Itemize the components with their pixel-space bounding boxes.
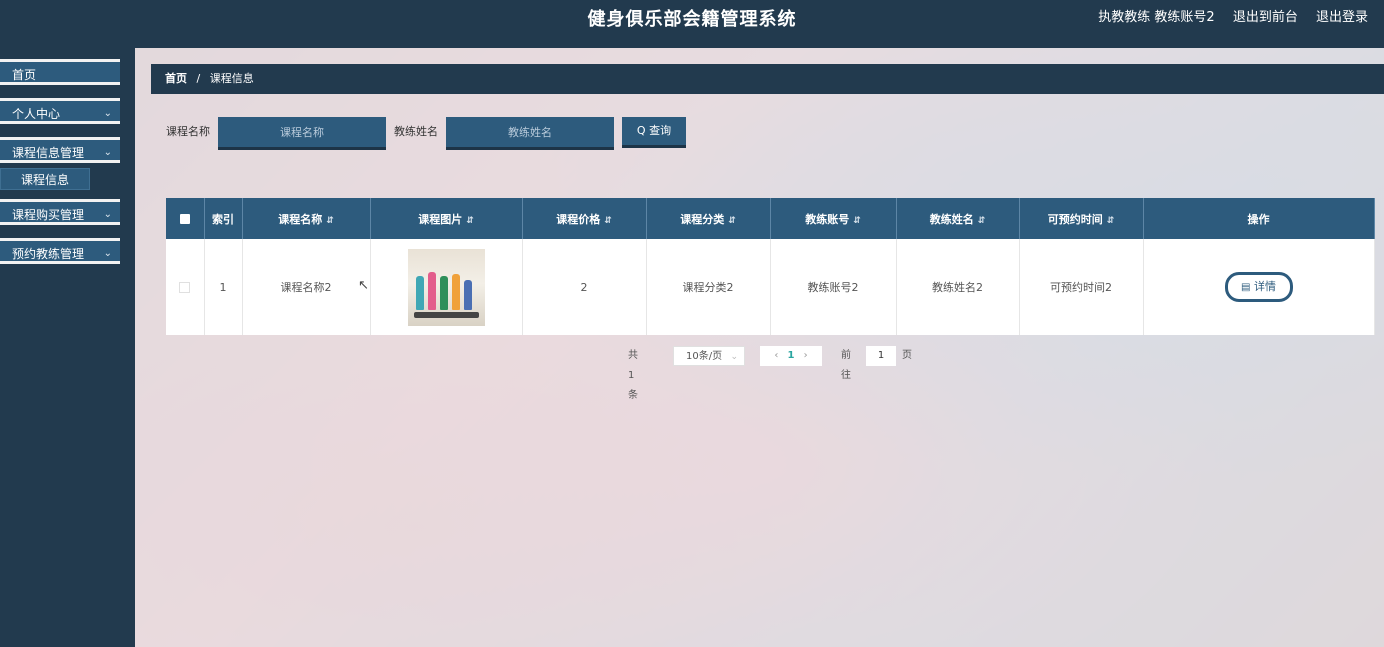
sidebar-item-course-purchase-management[interactable]: 课程购买管理 ⌄ [0,199,120,225]
page-size-value: 10条/页 [686,351,723,362]
table-header-row: 索引 课程名称 ⇵ 课程图片 ⇵ 课程价格 ⇵ 课程分类 ⇵ 教练账号 ⇵ 教练姓名 ⇵ 可… [166,198,1375,239]
cell-course-category: 课程分类2 [646,239,771,335]
goto-label: 前往 [841,350,851,381]
cell-coach-name: 教练姓名2 [896,239,1020,335]
sidebar: 首页 个人中心 ⌄ 课程信息管理 ⌄ 课程信息 课程购买管理 ⌄ 预约教练管理 … [0,48,135,647]
sort-icon: ⇵ [728,215,736,226]
logout-link[interactable]: 退出登录 [1316,10,1368,25]
cell-course-image [370,239,523,335]
prev-page-icon[interactable]: ‹ [774,350,778,361]
column-header-available-time[interactable]: 可预约时间 ⇵ [1019,198,1144,239]
cell-index: 1 [204,239,243,335]
detail-button-label: 详情 [1253,280,1276,293]
sort-icon: ⇵ [466,215,474,226]
search-button[interactable]: Q 查询 [622,117,686,148]
page-navigator: ‹ 1 › [760,346,822,366]
sidebar-subitem-course-info[interactable]: 课程信息 [0,168,90,190]
exit-to-frontend-link[interactable]: 退出到前台 [1233,10,1298,25]
column-header-course-price[interactable]: 课程价格 ⇵ [522,198,647,239]
course-name-label: 课程名称 [166,125,210,138]
document-icon: ▤ [1241,282,1251,293]
user-area: 执教教练 教练账号2 退出到前台 退出登录 [1098,0,1368,36]
breadcrumb-separator: / [196,72,201,85]
sort-icon: ⇵ [977,215,986,226]
column-header-coach-account[interactable]: 教练账号 ⇵ [770,198,897,239]
column-header-course-category[interactable]: 课程分类 ⇵ [646,198,771,239]
sort-icon: ⇵ [1106,215,1115,226]
detail-button[interactable]: ▤ 详情 [1224,272,1293,302]
current-user-label: 执教教练 教练账号2 [1098,10,1215,25]
sort-icon: ⇵ [853,215,861,226]
sidebar-item-label: 课程购买管理 [12,208,85,222]
next-page-icon[interactable]: › [804,350,808,361]
sidebar-item-label: 首页 [12,68,37,82]
page-size-select[interactable]: 10条/页 ⌄ [673,346,745,366]
chevron-down-icon: ⌄ [103,108,112,119]
page-unit-label: 页 [902,350,912,361]
course-table: 索引 课程名称 ⇵ 课程图片 ⇵ 课程价格 ⇵ 课程分类 ⇵ 教练账号 ⇵ 教练姓名 ⇵ 可… [166,198,1375,335]
cell-course-price: 2 [522,239,647,335]
sidebar-item-label: 课程信息管理 [12,146,85,160]
top-header: 健身俱乐部会籍管理系统 执教教练 教练账号2 退出到前台 退出登录 [0,0,1384,48]
sidebar-item-course-info-management[interactable]: 课程信息管理 ⌄ [0,137,120,163]
breadcrumb-home[interactable]: 首页 [165,72,187,85]
current-page[interactable]: 1 [788,350,795,361]
sidebar-item-coach-booking-management[interactable]: 预约教练管理 ⌄ [0,238,120,264]
sidebar-item-label: 个人中心 [12,107,61,121]
mouse-cursor-icon: ↖ [358,278,369,293]
row-checkbox[interactable] [166,239,205,335]
column-header-index: 索引 [204,198,243,239]
chevron-down-icon: ⌄ [103,209,112,220]
sort-icon: ⇵ [604,215,612,226]
select-all-checkbox[interactable] [166,198,205,239]
cell-available-time: 可预约时间2 [1019,239,1144,335]
cell-actions: ▤ 详情 [1143,239,1375,335]
sort-icon: ⇵ [326,215,334,226]
column-header-actions: 操作 [1143,198,1375,239]
chevron-down-icon: ⌄ [730,352,738,362]
breadcrumb: 首页 / 课程信息 [151,64,1384,94]
chevron-down-icon: ⌄ [103,147,112,158]
coach-name-input[interactable] [446,117,614,150]
sidebar-item-label: 预约教练管理 [12,247,85,261]
course-name-input[interactable] [218,117,386,150]
goto-page-input[interactable]: 1 [866,346,896,366]
sidebar-item-home[interactable]: 首页 [0,59,120,85]
pagination-total: 共 1 条 [628,350,638,401]
column-header-course-name[interactable]: 课程名称 ⇵ [242,198,371,239]
breadcrumb-current: 课程信息 [209,72,254,85]
column-header-coach-name[interactable]: 教练姓名 ⇵ [896,198,1020,239]
column-header-course-image[interactable]: 课程图片 ⇵ [370,198,523,239]
sidebar-item-personal-center[interactable]: 个人中心 ⌄ [0,98,120,124]
table-row: 1 课程名称2 2 课程分类2 教练账号2 教练姓名2 可预约时间2 ▤ 详情 [166,239,1375,335]
cell-course-name: 课程名称2 [242,239,371,335]
chevron-down-icon: ⌄ [103,248,112,259]
cell-coach-account: 教练账号2 [770,239,897,335]
course-image [407,248,485,326]
coach-name-label: 教练姓名 [394,125,438,138]
